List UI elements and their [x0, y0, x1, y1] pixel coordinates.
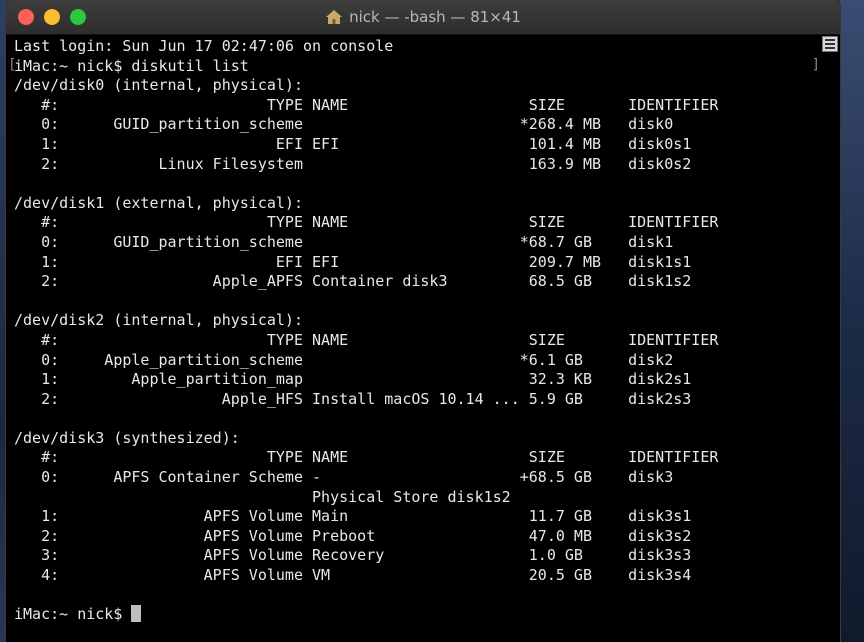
terminal-line: #: TYPE NAME SIZE IDENTIFIER: [14, 448, 719, 467]
home-icon: [325, 9, 343, 25]
list-icon[interactable]: [822, 36, 838, 52]
terminal-line: /dev/disk2 (internal, physical):: [14, 311, 303, 330]
terminal-line: 1: Apple_partition_map 32.3 KB disk2s1: [14, 370, 692, 389]
text-cursor: [131, 605, 142, 623]
title-bar[interactable]: nick — -bash — 81×41: [6, 0, 840, 35]
terminal-line: /dev/disk0 (internal, physical):: [14, 76, 303, 95]
terminal-line: 2: Apple_HFS Install macOS 10.14 ... 5.9…: [14, 389, 692, 408]
terminal-line: #: TYPE NAME SIZE IDENTIFIER: [14, 95, 719, 114]
terminal-line: /dev/disk3 (synthesized):: [14, 428, 240, 447]
terminal-output[interactable]: Last login: Sun Jun 17 02:47:06 on conso…: [14, 37, 814, 625]
terminal-line: Physical Store disk1s2: [14, 487, 511, 506]
terminal-line: 2: APFS Volume Preboot 47.0 MB disk3s2: [14, 526, 692, 545]
terminal-line: 0: Apple_partition_scheme *6.1 GB disk2: [14, 350, 674, 369]
terminal-line: 0: APFS Container Scheme - +68.5 GB disk…: [14, 468, 674, 487]
terminal-line: 3: APFS Volume Recovery 1.0 GB disk3s3: [14, 546, 692, 565]
terminal-line: 0: GUID_partition_scheme *268.4 MB disk0: [14, 115, 674, 134]
terminal-line: iMac:~ nick$ diskutil list: [14, 56, 249, 75]
terminal-window: nick — -bash — 81×41 [ ] Last login: Sun…: [6, 0, 840, 642]
shell-prompt: iMac:~ nick$: [14, 605, 132, 624]
desktop-edge: [840, 0, 864, 642]
terminal-line: #: TYPE NAME SIZE IDENTIFIER: [14, 330, 719, 349]
terminal-line: 4: APFS Volume VM 20.5 GB disk3s4: [14, 566, 692, 585]
terminal-line: 0: GUID_partition_scheme *68.7 GB disk1: [14, 232, 674, 251]
terminal-line: /dev/disk1 (external, physical):: [14, 193, 303, 212]
terminal-line: 1: APFS Volume Main 11.7 GB disk3s1: [14, 507, 692, 526]
title-group: nick — -bash — 81×41: [6, 0, 840, 34]
terminal-line: 2: Apple_APFS Container disk3 68.5 GB di…: [14, 272, 692, 291]
terminal-line: Last login: Sun Jun 17 02:47:06 on conso…: [14, 37, 394, 55]
terminal-line: 1: EFI EFI 209.7 MB disk1s1: [14, 252, 692, 271]
window-title: nick — -bash — 81×41: [349, 8, 521, 26]
terminal-line: 2: Linux Filesystem 163.9 MB disk0s2: [14, 154, 692, 173]
terminal-line: #: TYPE NAME SIZE IDENTIFIER: [14, 213, 719, 232]
terminal-line: 1: EFI EFI 101.4 MB disk0s1: [14, 134, 692, 153]
prompt-line[interactable]: iMac:~ nick$: [14, 605, 814, 625]
